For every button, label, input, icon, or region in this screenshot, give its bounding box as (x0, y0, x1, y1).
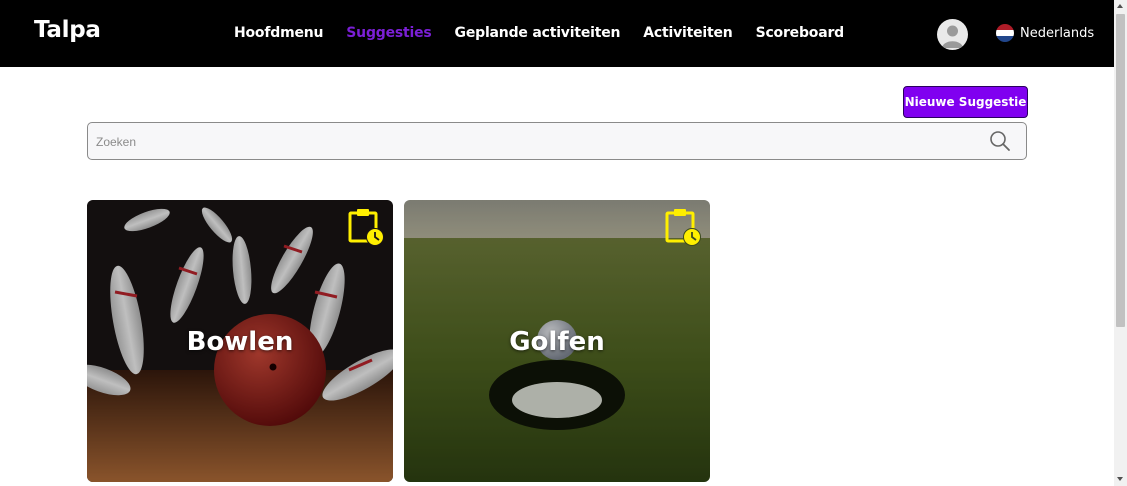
new-suggestion-button[interactable]: Nieuwe Suggestie (903, 86, 1028, 118)
nav-item-hoofdmenu[interactable]: Hoofdmenu (234, 25, 323, 41)
suggestion-card-bowlen[interactable]: Bowlen (87, 200, 393, 482)
user-avatar[interactable] (937, 19, 968, 50)
nav-item-suggesties[interactable]: Suggesties (346, 25, 431, 41)
nav-menu: Hoofdmenu Suggesties Geplande activiteit… (234, 25, 867, 41)
language-selector[interactable]: Nederlands (996, 24, 1094, 42)
search-bar (87, 122, 1027, 161)
nav-item-activiteiten[interactable]: Activiteiten (643, 25, 732, 41)
navbar: Talpa Hoofdmenu Suggesties Geplande acti… (0, 0, 1114, 67)
clipboard-clock-icon (665, 209, 701, 246)
brand-logo[interactable]: Talpa (34, 17, 101, 43)
netherlands-flag-icon (996, 24, 1014, 42)
search-input[interactable] (94, 123, 978, 161)
language-label: Nederlands (1020, 25, 1095, 41)
clipboard-clock-icon (348, 209, 384, 246)
scroll-thumb[interactable] (1116, 14, 1125, 327)
suggestion-card-golfen[interactable]: Golfen (404, 200, 710, 482)
card-title: Bowlen (186, 327, 294, 357)
nav-item-scoreboard[interactable]: Scoreboard (756, 25, 845, 41)
search-icon[interactable] (989, 130, 1011, 152)
card-title: Golfen (509, 327, 605, 357)
scroll-down-icon[interactable] (1117, 477, 1123, 481)
user-icon (942, 25, 963, 48)
scroll-up-icon[interactable] (1117, 4, 1123, 8)
page-scrollbar[interactable] (1114, 0, 1127, 486)
nav-item-geplande-activiteiten[interactable]: Geplande activiteiten (455, 25, 621, 41)
